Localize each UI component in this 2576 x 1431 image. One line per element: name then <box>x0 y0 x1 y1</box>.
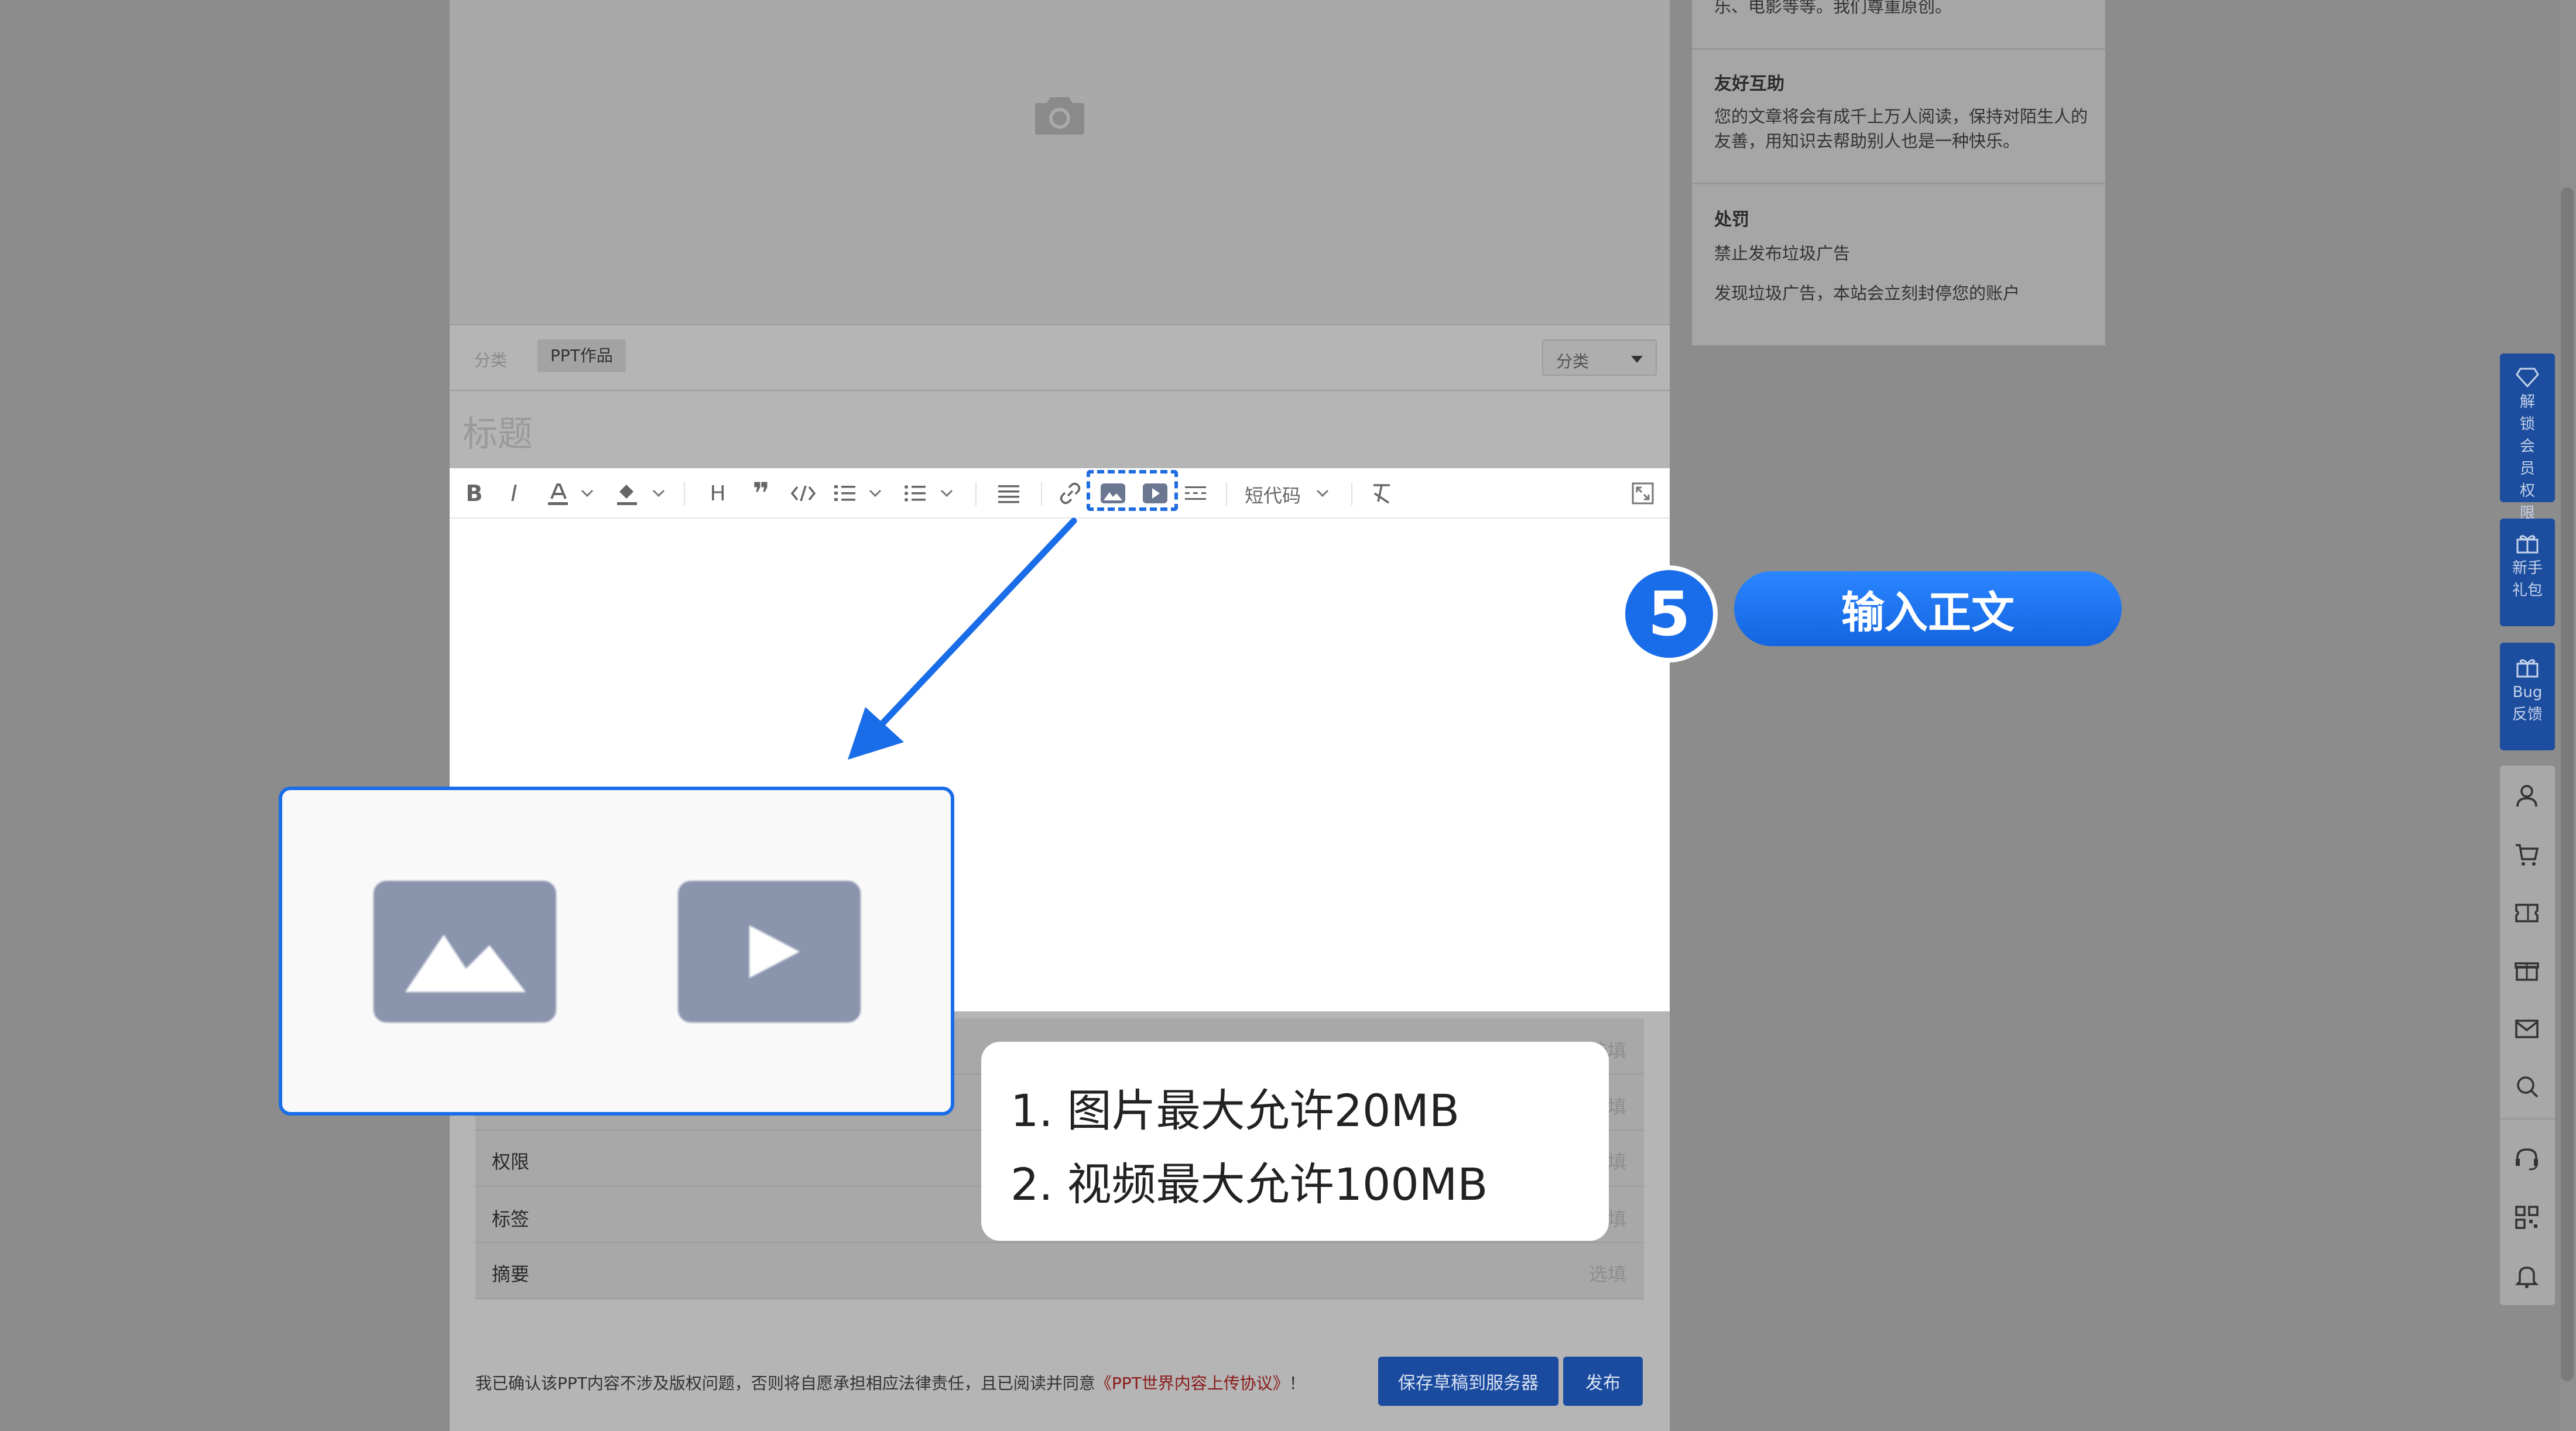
italic-icon[interactable]: I <box>502 479 526 508</box>
numbered-list-icon[interactable] <box>831 479 858 508</box>
fullscreen-icon[interactable] <box>1630 479 1656 508</box>
toolbar-divider <box>1226 482 1227 506</box>
save-draft-button[interactable]: 保存草稿到服务器 <box>1378 1357 1558 1406</box>
heading-icon[interactable]: H <box>706 479 729 508</box>
permission-label: 权限 <box>492 1151 530 1173</box>
agreement-link[interactable]: 《PPT世界内容上传协议》 <box>1095 1374 1289 1393</box>
quote-icon[interactable]: ❞ <box>748 476 774 510</box>
user-icon[interactable] <box>2514 783 2540 809</box>
chevron-down-icon[interactable] <box>1314 479 1331 508</box>
form-row[interactable] <box>475 1243 1644 1299</box>
step-number-badge: 5 <box>1621 565 1718 663</box>
divider <box>1692 48 2105 50</box>
gift-icon <box>2516 535 2539 554</box>
gift-box-icon[interactable] <box>2514 958 2540 983</box>
horizontal-rule-icon[interactable] <box>1183 479 1208 508</box>
align-icon[interactable] <box>995 479 1022 508</box>
cart-icon[interactable] <box>2514 842 2540 867</box>
media-buttons-highlight <box>1087 470 1178 511</box>
newbie-gift-button[interactable]: 新手礼包 <box>2500 519 2555 626</box>
toolbar-divider <box>1351 482 1352 506</box>
summary-label: 摘要 <box>492 1263 530 1285</box>
font-color-icon[interactable] <box>543 479 573 508</box>
optional-hint: 选填 <box>1589 1263 1627 1285</box>
code-icon[interactable] <box>789 479 817 508</box>
unlock-vip-button[interactable]: 解锁会员权限 <box>2500 354 2555 522</box>
link-icon[interactable] <box>1057 479 1083 508</box>
chevron-down-icon[interactable] <box>866 479 884 508</box>
divider <box>2500 1118 2555 1120</box>
diamond-icon <box>2516 368 2539 387</box>
toolbar-divider <box>684 482 685 506</box>
chevron-down-icon[interactable] <box>578 479 596 508</box>
bug-feedback-button[interactable]: Bug反馈 <box>2500 643 2555 750</box>
newbie-label: 新手礼包 <box>2512 560 2543 599</box>
rules-section-text: 禁止发布垃圾广告 <box>1714 243 1851 263</box>
bug-label: Bug反馈 <box>2512 684 2543 723</box>
vip-label: 解锁会员权限 <box>2519 393 2535 522</box>
chevron-down-icon <box>1631 356 1643 363</box>
headset-icon[interactable] <box>2514 1146 2540 1172</box>
gift-icon <box>2516 659 2539 678</box>
rules-section-text: 您的文章将会有成千上万人阅读，保持对陌生人的友善，用知识去帮助别人也是一种快乐。 <box>1714 107 2088 151</box>
copyright-notice: 我已确认该PPT内容不涉及版权问题，否则将自愿承担相应法律责任，且已阅读并同意《… <box>475 1374 1306 1393</box>
rules-section-text: 发现垃圾广告，本站会立刻封停您的账户 <box>1714 283 2020 303</box>
title-input[interactable]: 标题 <box>463 406 533 457</box>
video-limit-text: 2. 视频最大允许100MB <box>1010 1158 1488 1210</box>
highlight-color-icon[interactable] <box>612 479 642 508</box>
toolbar-divider <box>975 482 977 506</box>
image-limit-text: 1. 图片最大允许20MB <box>1010 1085 1460 1137</box>
chevron-down-icon[interactable] <box>938 479 955 508</box>
bullet-list-icon[interactable] <box>902 479 929 508</box>
divider <box>1692 183 2105 184</box>
ticket-icon[interactable] <box>2514 900 2540 926</box>
cover-upload-area[interactable] <box>450 0 1670 325</box>
step-label: 输入正文 <box>1734 571 2122 646</box>
camera-icon <box>1035 97 1084 135</box>
publish-button[interactable]: 发布 <box>1563 1357 1643 1406</box>
chevron-down-icon[interactable] <box>650 479 667 508</box>
search-icon[interactable] <box>2514 1073 2540 1099</box>
rules-section-title: 处罚 <box>1714 210 1749 230</box>
category-chip[interactable]: PPT作品 <box>537 339 626 372</box>
bell-icon[interactable] <box>2514 1263 2540 1289</box>
rules-section-title: 友好互助 <box>1714 74 1784 94</box>
bold-icon[interactable]: B <box>463 479 486 508</box>
scrollbar-thumb[interactable] <box>2561 187 2574 1381</box>
video-icon <box>678 881 861 1022</box>
category-row <box>450 327 1670 391</box>
image-icon <box>374 881 556 1022</box>
rules-fragment: 乐、电影等等。我们尊重原创。 <box>1714 0 1952 16</box>
category-label: 分类 <box>474 351 508 370</box>
toolbar-divider <box>1041 482 1042 506</box>
qr-code-icon[interactable] <box>2514 1204 2540 1230</box>
tags-label: 标签 <box>492 1208 530 1230</box>
mail-icon[interactable] <box>2514 1016 2540 1042</box>
shortcode-dropdown[interactable]: 短代码 <box>1245 481 1301 508</box>
clear-format-icon[interactable] <box>1369 479 1395 508</box>
